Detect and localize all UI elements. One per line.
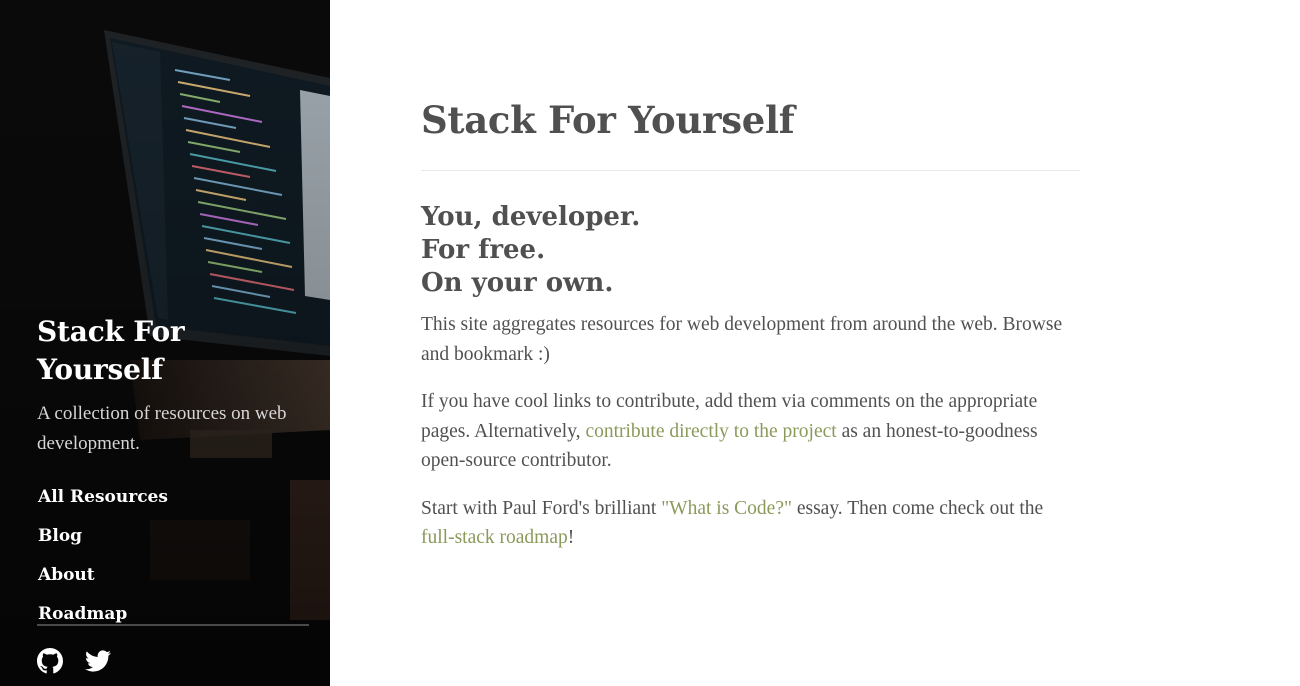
sidebar: Stack For Yourself A collection of resou… — [0, 0, 330, 686]
start-text-after: ! — [567, 527, 575, 548]
nav-item-about[interactable]: About — [38, 564, 309, 603]
main-content: Stack For Yourself You, developer. For f… — [421, 96, 1080, 553]
contribute-project-link[interactable]: contribute directly to the project — [585, 421, 836, 442]
sidebar-content: Stack For Yourself A collection of resou… — [37, 313, 309, 674]
full-stack-roadmap-link[interactable]: full-stack roadmap — [421, 527, 568, 548]
twitter-icon — [85, 650, 111, 672]
intro-paragraph: This site aggregates resources for web d… — [421, 314, 1063, 365]
nav-item-roadmap[interactable]: Roadmap — [38, 603, 309, 642]
nav-item-blog[interactable]: Blog — [38, 525, 309, 564]
contribute-paragraph: If you have cool links to contribute, ad… — [421, 387, 1080, 476]
social-links — [37, 648, 309, 674]
nav-item-all-resources[interactable]: All Resources — [38, 486, 309, 525]
page-title: Stack For Yourself — [421, 98, 795, 142]
site-title[interactable]: Stack For Yourself — [37, 313, 309, 389]
title-divider — [421, 170, 1080, 171]
sidebar-nav: All Resources Blog About Roadmap — [37, 486, 309, 642]
headline-line-3: On your own. — [421, 268, 614, 298]
headline: You, developer. For free. On your own. — [421, 201, 1080, 300]
headline-line-2: For free. — [421, 235, 546, 265]
start-text-before: Start with Paul Ford's brilliant — [421, 497, 662, 519]
twitter-link[interactable] — [85, 648, 111, 674]
site-tagline: A collection of resources on web develop… — [37, 403, 287, 454]
start-paragraph: Start with Paul Ford's brilliant "What i… — [421, 494, 1080, 553]
github-icon — [37, 648, 63, 674]
github-link[interactable] — [37, 648, 63, 674]
start-text-middle: essay. Then come check out the — [791, 497, 1044, 519]
headline-line-1: You, developer. — [421, 202, 641, 232]
what-is-code-link[interactable]: "What is Code?" — [661, 498, 792, 519]
